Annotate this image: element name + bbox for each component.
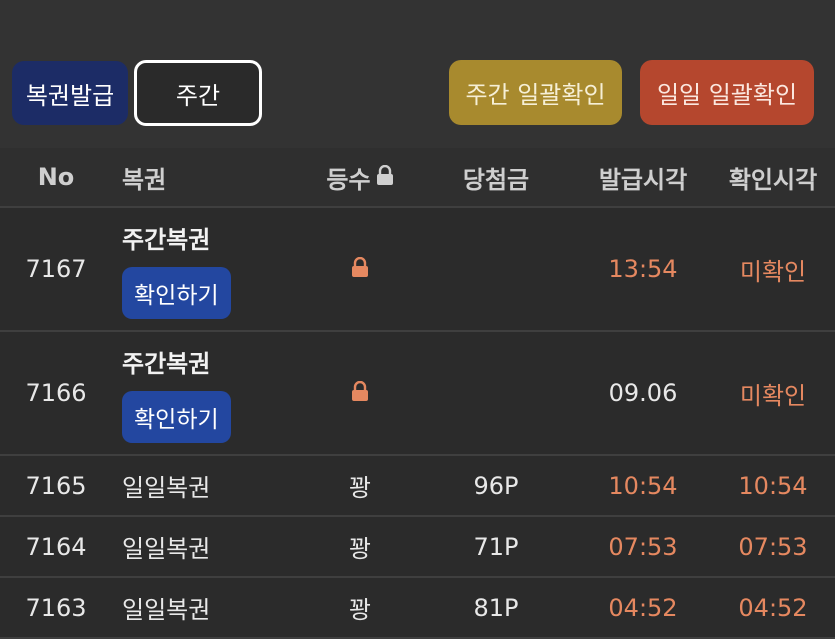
- row-rank: [300, 332, 420, 454]
- table-header: No 복권 등수 당첨금 발급시각 확인시각: [0, 148, 835, 208]
- row-checked-time: 미확인: [739, 257, 807, 286]
- row-rank: 꽝: [348, 474, 372, 502]
- row-prize: 71P: [473, 532, 519, 561]
- header-issued-time: 발급시각: [598, 165, 688, 194]
- row-ticket: 일일복권: [122, 535, 211, 563]
- row-no: 7166: [25, 379, 87, 407]
- lock-icon: [351, 379, 369, 407]
- check-ticket-button[interactable]: 확인하기: [122, 390, 231, 443]
- row-no: 7163: [25, 593, 87, 622]
- row-checked-time: 07:53: [738, 532, 808, 561]
- row-ticket: 주간복권 확인하기: [122, 208, 322, 330]
- table-row: 7167 주간복권 확인하기 13:54 미확인: [0, 208, 835, 332]
- check-ticket-button[interactable]: 확인하기: [122, 266, 231, 319]
- weekly-check-all-button[interactable]: 주간 일괄확인: [449, 60, 622, 125]
- row-ticket-label: 주간복권: [122, 349, 211, 378]
- header-checked-time: 확인시각: [728, 165, 818, 194]
- row-ticket: 주간복권 확인하기: [122, 332, 322, 454]
- row-rank: 꽝: [348, 596, 372, 624]
- table-row: 7166 주간복권 확인하기 09.06 미확인: [0, 332, 835, 456]
- lock-icon: [351, 255, 369, 283]
- daily-check-all-button[interactable]: 일일 일괄확인: [640, 60, 814, 125]
- row-checked-time: 04:52: [738, 593, 808, 622]
- ticket-table: No 복권 등수 당첨금 발급시각 확인시각 7167 주간복권 확인하기 13…: [0, 148, 835, 639]
- row-checked-time: 미확인: [739, 381, 807, 410]
- row-no: 7167: [25, 255, 87, 283]
- toolbar: 복권발급 주간 주간 일괄확인 일일 일괄확인: [0, 0, 835, 148]
- header-rank-label: 등수: [326, 165, 371, 194]
- table-row: 7163 일일복권 꽝 81P 04:52 04:52: [0, 578, 835, 639]
- header-no: No: [37, 163, 75, 191]
- header-ticket: 복권: [122, 165, 167, 194]
- header-rank: 등수: [300, 148, 420, 206]
- row-issued-time: 04:52: [608, 593, 678, 622]
- table-row: 7165 일일복권 꽝 96P 10:54 10:54: [0, 456, 835, 517]
- row-prize: [436, 208, 556, 330]
- row-prize: [436, 332, 556, 454]
- row-no: 7165: [25, 471, 87, 500]
- row-checked-time: 10:54: [738, 471, 808, 500]
- lock-icon: [376, 163, 394, 191]
- weekly-filter-button[interactable]: 주간: [134, 60, 262, 126]
- row-issued-time: 13:54: [608, 255, 678, 283]
- issue-ticket-button[interactable]: 복권발급: [12, 61, 128, 125]
- row-issued-time: 09.06: [608, 379, 678, 407]
- row-issued-time: 07:53: [608, 532, 678, 561]
- table-row: 7164 일일복권 꽝 71P 07:53 07:53: [0, 517, 835, 578]
- row-rank: [300, 208, 420, 330]
- row-rank: 꽝: [348, 535, 372, 563]
- row-no: 7164: [25, 532, 87, 561]
- row-prize: 81P: [473, 593, 519, 622]
- row-ticket-label: 주간복권: [122, 225, 211, 254]
- row-prize: 96P: [473, 471, 519, 500]
- header-prize: 당첨금: [462, 165, 530, 194]
- row-issued-time: 10:54: [608, 471, 678, 500]
- row-ticket: 일일복권: [122, 474, 211, 502]
- row-ticket: 일일복권: [122, 596, 211, 624]
